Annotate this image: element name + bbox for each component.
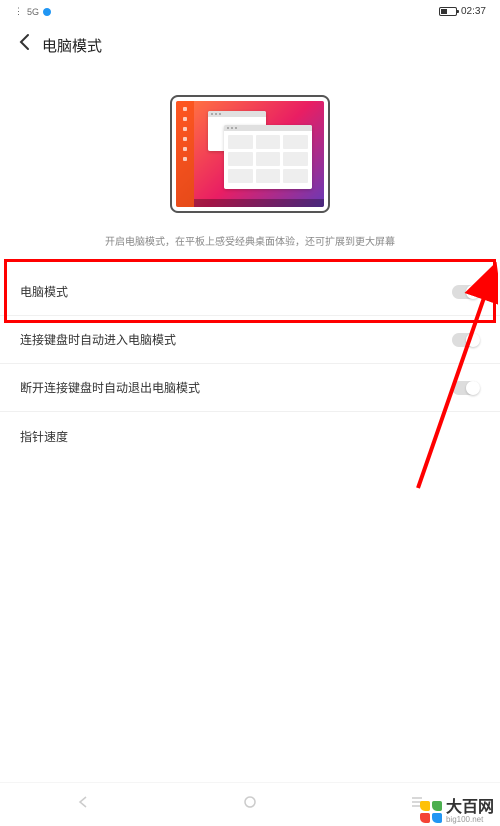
watermark-url: big100.net [446, 816, 494, 824]
battery-icon [439, 7, 457, 16]
setting-label: 电脑模式 [20, 283, 68, 300]
setting-auto-enter[interactable]: 连接键盘时自动进入电脑模式 [0, 316, 500, 364]
back-icon[interactable] [18, 33, 30, 57]
status-bar: ⋮ 5G 02:37 [0, 0, 500, 23]
setting-label: 断开连接键盘时自动退出电脑模式 [20, 379, 200, 396]
wifi-icon: ⋮ [14, 6, 23, 17]
settings-list: 电脑模式 连接键盘时自动进入电脑模式 断开连接键盘时自动退出电脑模式 指针速度 [0, 268, 500, 460]
description-text: 开启电脑模式，在平板上感受经典桌面体验，还可扩展到更大屏幕 [0, 225, 500, 268]
signal-text: 5G [27, 7, 39, 17]
tablet-frame-icon [170, 95, 330, 213]
watermark-logo-icon [420, 801, 442, 823]
setting-pointer-speed[interactable]: 指针速度 [0, 412, 500, 460]
watermark-text: 大百网 [446, 800, 494, 816]
nav-home-icon[interactable] [243, 795, 257, 814]
setting-label: 指针速度 [20, 428, 68, 445]
nav-back-icon[interactable] [76, 795, 90, 814]
toggle-auto-enter[interactable] [452, 333, 480, 347]
page-title: 电脑模式 [42, 35, 102, 56]
status-left: ⋮ 5G [14, 6, 51, 17]
illustration [0, 67, 500, 225]
setting-pc-mode[interactable]: 电脑模式 [0, 268, 500, 316]
status-time: 02:37 [461, 6, 486, 17]
notification-dot-icon [43, 8, 51, 16]
status-right: 02:37 [439, 6, 486, 17]
toggle-pc-mode[interactable] [452, 285, 480, 299]
setting-auto-exit[interactable]: 断开连接键盘时自动退出电脑模式 [0, 364, 500, 412]
setting-label: 连接键盘时自动进入电脑模式 [20, 331, 176, 348]
toggle-auto-exit[interactable] [452, 381, 480, 395]
watermark: 大百网 big100.net [420, 800, 494, 824]
header: 电脑模式 [0, 23, 500, 67]
